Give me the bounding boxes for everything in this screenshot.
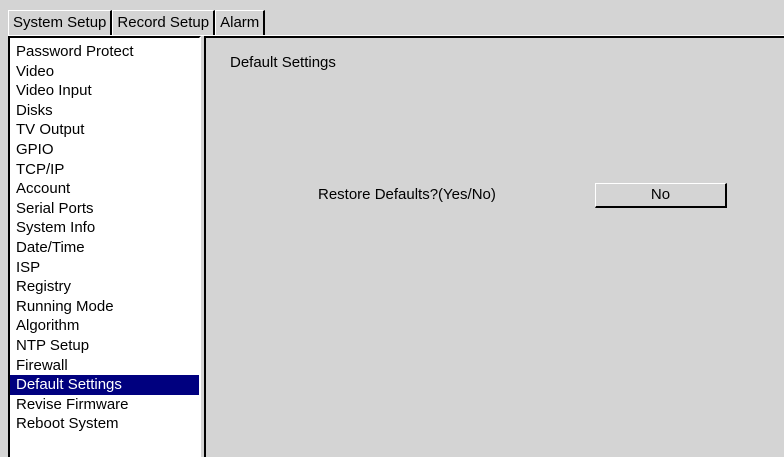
- panel-title: Default Settings: [230, 54, 336, 71]
- tab-bar: System Setup Record Setup Alarm: [8, 10, 266, 37]
- settings-panel: Default Settings Restore Defaults?(Yes/N…: [204, 36, 784, 457]
- sidebar-item-default-settings[interactable]: Default Settings: [10, 375, 199, 395]
- tab-record-setup[interactable]: Record Setup: [112, 10, 216, 35]
- sidebar-item-revise-firmware[interactable]: Revise Firmware: [10, 395, 199, 415]
- sidebar-item-system-info[interactable]: System Info: [10, 218, 199, 238]
- sidebar-item-ntp-setup[interactable]: NTP Setup: [10, 336, 199, 356]
- sidebar-item-firewall[interactable]: Firewall: [10, 356, 199, 376]
- tab-system-setup[interactable]: System Setup: [8, 10, 113, 37]
- sidebar-item-running-mode[interactable]: Running Mode: [10, 297, 199, 317]
- sidebar-item-gpio[interactable]: GPIO: [10, 140, 199, 160]
- sidebar-item-algorithm[interactable]: Algorithm: [10, 316, 199, 336]
- sidebar-item-registry[interactable]: Registry: [10, 277, 199, 297]
- restore-defaults-label: Restore Defaults?(Yes/No): [318, 186, 496, 203]
- tab-alarm[interactable]: Alarm: [215, 10, 266, 35]
- sidebar-item-video-input[interactable]: Video Input: [10, 81, 199, 101]
- settings-list[interactable]: Password Protect Video Video Input Disks…: [8, 36, 201, 457]
- sidebar-item-password-protect[interactable]: Password Protect: [10, 42, 199, 62]
- sidebar-item-disks[interactable]: Disks: [10, 101, 199, 121]
- sidebar-item-reboot-system[interactable]: Reboot System: [10, 414, 199, 434]
- sidebar-item-tcp-ip[interactable]: TCP/IP: [10, 160, 199, 180]
- sidebar-item-tv-output[interactable]: TV Output: [10, 120, 199, 140]
- sidebar-item-isp[interactable]: ISP: [10, 258, 199, 278]
- sidebar-item-video[interactable]: Video: [10, 62, 199, 82]
- restore-defaults-toggle-button[interactable]: No: [595, 183, 727, 208]
- sidebar-item-account[interactable]: Account: [10, 179, 199, 199]
- sidebar-item-date-time[interactable]: Date/Time: [10, 238, 199, 258]
- sidebar-item-serial-ports[interactable]: Serial Ports: [10, 199, 199, 219]
